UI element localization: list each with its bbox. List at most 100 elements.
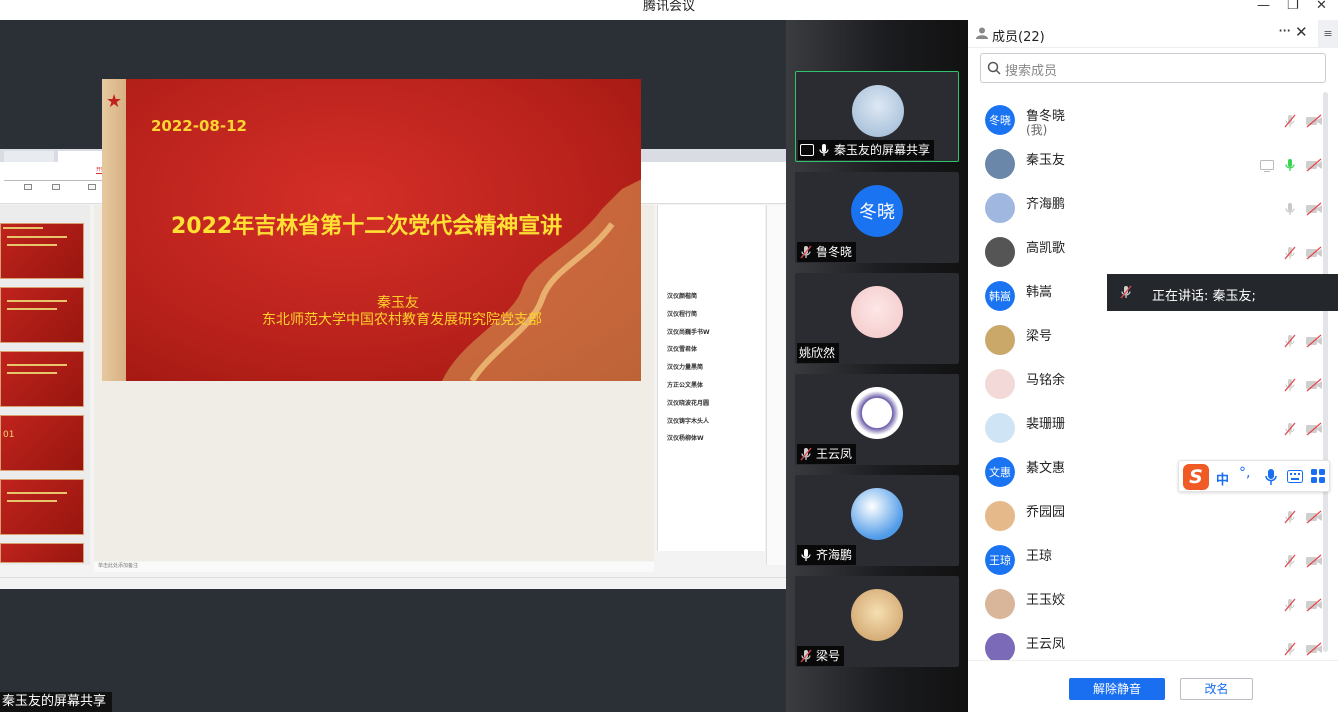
title-bar: 腾讯会议 — ❐ ✕ (0, 0, 1338, 20)
new-slide-icon[interactable] (88, 184, 96, 190)
camera-off-icon[interactable] (1305, 201, 1323, 220)
member-avatar (985, 501, 1015, 531)
search-placeholder: 搜索成员 (1005, 64, 1058, 79)
member-name: 高凯歌 (1026, 241, 1066, 256)
mic-muted-icon (799, 649, 813, 663)
format-painter-icon[interactable] (52, 184, 60, 190)
voice-input-icon[interactable] (1265, 469, 1277, 485)
member-self-tag: (我) (1026, 123, 1048, 137)
mic-icon[interactable] (1283, 201, 1297, 220)
slide-thumb[interactable]: 01 (0, 415, 84, 471)
paste-icon[interactable] (24, 184, 32, 190)
member-list-scrollbar[interactable] (1323, 92, 1328, 652)
slide-thumb[interactable] (0, 479, 84, 535)
mic-on-icon[interactable] (1283, 157, 1297, 176)
member-avatar (985, 237, 1015, 267)
ime-punct[interactable]: °, (1239, 465, 1250, 481)
mic-muted-icon[interactable] (1283, 245, 1297, 264)
member-search[interactable]: 搜索成员 (980, 53, 1326, 83)
close-panel-icon[interactable]: ✕ (1295, 23, 1308, 41)
right-tool-strip (766, 205, 786, 565)
camera-off-icon[interactable] (1305, 641, 1323, 660)
font-list-item[interactable]: 汉仪杨柳体W (667, 433, 704, 442)
member-row[interactable]: 梁号 (968, 318, 1322, 362)
restore-icon[interactable]: ❐ (1287, 0, 1299, 13)
member-row[interactable]: 马铭余 (968, 362, 1322, 406)
slide-thumb[interactable] (0, 287, 84, 343)
minimize-icon[interactable]: — (1257, 0, 1270, 13)
video-tile[interactable]: 梁号 (795, 576, 959, 667)
rename-button[interactable]: 改名 (1180, 678, 1253, 700)
toolbox-icon[interactable] (1311, 469, 1325, 483)
member-avatar (985, 325, 1015, 355)
font-list-item[interactable]: 汉仪铸字木头人 (667, 416, 709, 425)
member-avatar (985, 369, 1015, 399)
close-window-icon[interactable]: ✕ (1316, 0, 1327, 13)
sogou-logo-icon[interactable]: S (1183, 464, 1209, 490)
member-avatar (985, 149, 1015, 179)
member-row[interactable]: 秦玉友 (968, 142, 1322, 186)
camera-off-icon[interactable] (1305, 553, 1323, 572)
video-tile[interactable]: 王云凤 (795, 374, 959, 465)
speaking-indicator: 正在讲话: 秦玉友; (1107, 274, 1338, 311)
tile-avatar (851, 589, 903, 641)
mic-on-icon (799, 548, 813, 562)
tile-avatar (851, 286, 903, 338)
tile-name: 鲁冬晓 (816, 245, 853, 259)
mic-muted-icon[interactable] (1283, 113, 1297, 132)
mic-muted-icon[interactable] (1283, 377, 1297, 396)
camera-off-icon[interactable] (1305, 113, 1323, 132)
member-row[interactable]: 裴珊珊 (968, 406, 1322, 450)
video-tile[interactable]: 齐海鹏 (795, 475, 959, 566)
mic-muted-icon[interactable] (1283, 509, 1297, 528)
video-tile[interactable]: 冬晓 鲁冬晓 (795, 172, 959, 263)
mic-muted-icon[interactable] (1283, 641, 1297, 660)
ime-toolbar[interactable]: S 中 °, (1178, 460, 1330, 492)
font-list-item[interactable]: 汉仪程行简 (667, 309, 697, 318)
font-list-item[interactable]: 汉仪尚巍手书W (667, 327, 710, 336)
camera-off-icon[interactable] (1305, 333, 1323, 352)
member-row[interactable]: 齐海鹏 (968, 186, 1322, 230)
camera-off-icon[interactable] (1305, 377, 1323, 396)
unmute-all-button[interactable]: 解除静音 (1069, 678, 1165, 700)
notes-field[interactable]: 单击此处添加备注 (94, 562, 654, 572)
keyboard-icon[interactable] (1287, 470, 1303, 483)
camera-off-icon[interactable] (1305, 509, 1323, 528)
font-list-item[interactable]: 方正公文黑体 (667, 380, 703, 389)
camera-off-icon[interactable] (1305, 245, 1323, 264)
member-row[interactable]: 王玉姣 (968, 582, 1322, 626)
mic-muted-icon[interactable] (1283, 597, 1297, 616)
member-row[interactable]: 乔园园 (968, 494, 1322, 538)
camera-off-icon[interactable] (1305, 157, 1323, 176)
member-avatar (985, 193, 1015, 223)
more-options-icon[interactable]: ··· (1278, 21, 1291, 40)
mic-muted-icon[interactable] (1283, 333, 1297, 352)
camera-off-icon[interactable] (1305, 597, 1323, 616)
muted-mic-icon (1119, 285, 1133, 303)
ime-mode[interactable]: 中 (1216, 469, 1229, 488)
font-list-item[interactable]: 汉仪晓波花月圆 (667, 398, 709, 407)
mic-muted-icon[interactable] (1283, 421, 1297, 440)
current-slide: ★ 2022-08-12 2022年吉林省第十二次党代会精神宣讲 秦玉友 东北师… (102, 79, 641, 381)
mic-on-icon (817, 143, 831, 157)
slide-thumb[interactable] (0, 543, 84, 563)
great-wall-illustration (442, 179, 641, 381)
member-avatar: 王琼 (985, 545, 1015, 575)
tile-name-bar: 姚欣然 (797, 343, 840, 363)
font-list-item[interactable]: 汉仪雪君体 (667, 344, 697, 353)
member-row[interactable]: 高凯歌 (968, 230, 1322, 274)
slide-thumb[interactable] (0, 351, 84, 407)
screen-share-icon (800, 144, 814, 156)
doc-tab-home[interactable] (4, 151, 54, 162)
font-list-item[interactable]: 汉仪颜楷简 (667, 291, 697, 300)
member-row[interactable]: 王琼 王琼 (968, 538, 1322, 582)
font-list-item[interactable]: 汉仪力量黑简 (667, 362, 703, 371)
slide-thumb[interactable] (0, 223, 84, 279)
panel-menu-icon[interactable]: ≡ (1318, 20, 1338, 48)
video-tile[interactable]: 秦玉友的屏幕共享 (795, 71, 959, 162)
camera-off-icon[interactable] (1305, 421, 1323, 440)
member-row[interactable]: 冬晓 鲁冬晓 (我) (968, 98, 1322, 142)
tile-name: 姚欣然 (799, 346, 836, 360)
video-tile[interactable]: 姚欣然 (795, 273, 959, 364)
mic-muted-icon[interactable] (1283, 553, 1297, 572)
